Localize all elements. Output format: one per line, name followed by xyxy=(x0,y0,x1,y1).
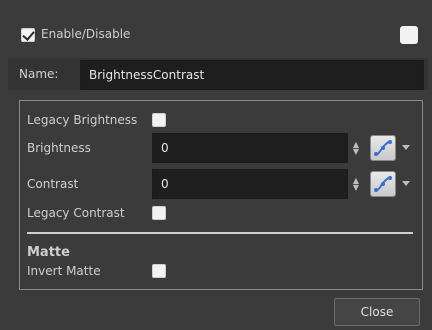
name-field[interactable]: BrightnessContrast xyxy=(80,60,424,90)
legacy-brightness-checkbox[interactable] xyxy=(152,113,166,127)
function-curve-icon xyxy=(374,140,392,156)
brightness-input[interactable]: 0 xyxy=(152,133,348,163)
contrast-label: Contrast xyxy=(27,177,79,191)
enable-label: Enable/Disable xyxy=(41,27,131,41)
contrast-spinner[interactable]: ▲ ▼ xyxy=(352,177,360,192)
brightness-spinner[interactable]: ▲ ▼ xyxy=(352,141,360,156)
invert-matte-label: Invert Matte xyxy=(27,264,101,278)
section-divider xyxy=(27,232,413,234)
brightness-value: 0 xyxy=(161,141,169,155)
close-button[interactable]: Close xyxy=(334,298,420,326)
enable-checkbox[interactable] xyxy=(21,28,35,42)
function-curve-icon xyxy=(374,176,392,192)
color-swatch[interactable] xyxy=(400,26,418,44)
matte-section-title: Matte xyxy=(27,245,70,260)
legacy-brightness-label: Legacy Brightness xyxy=(27,113,138,127)
contrast-function-button[interactable] xyxy=(370,171,396,197)
contrast-dropdown-caret[interactable] xyxy=(402,181,410,186)
contrast-value: 0 xyxy=(161,177,169,191)
legacy-contrast-label: Legacy Contrast xyxy=(27,206,125,220)
brightness-function-button[interactable] xyxy=(370,135,396,161)
name-label: Name: xyxy=(19,67,59,81)
brightness-label: Brightness xyxy=(27,141,91,155)
legacy-contrast-checkbox[interactable] xyxy=(152,206,166,220)
brightness-dropdown-caret[interactable] xyxy=(402,145,410,150)
invert-matte-checkbox[interactable] xyxy=(152,264,166,278)
contrast-input[interactable]: 0 xyxy=(152,169,348,199)
close-button-label: Close xyxy=(360,305,394,319)
name-value: BrightnessContrast xyxy=(89,68,205,82)
